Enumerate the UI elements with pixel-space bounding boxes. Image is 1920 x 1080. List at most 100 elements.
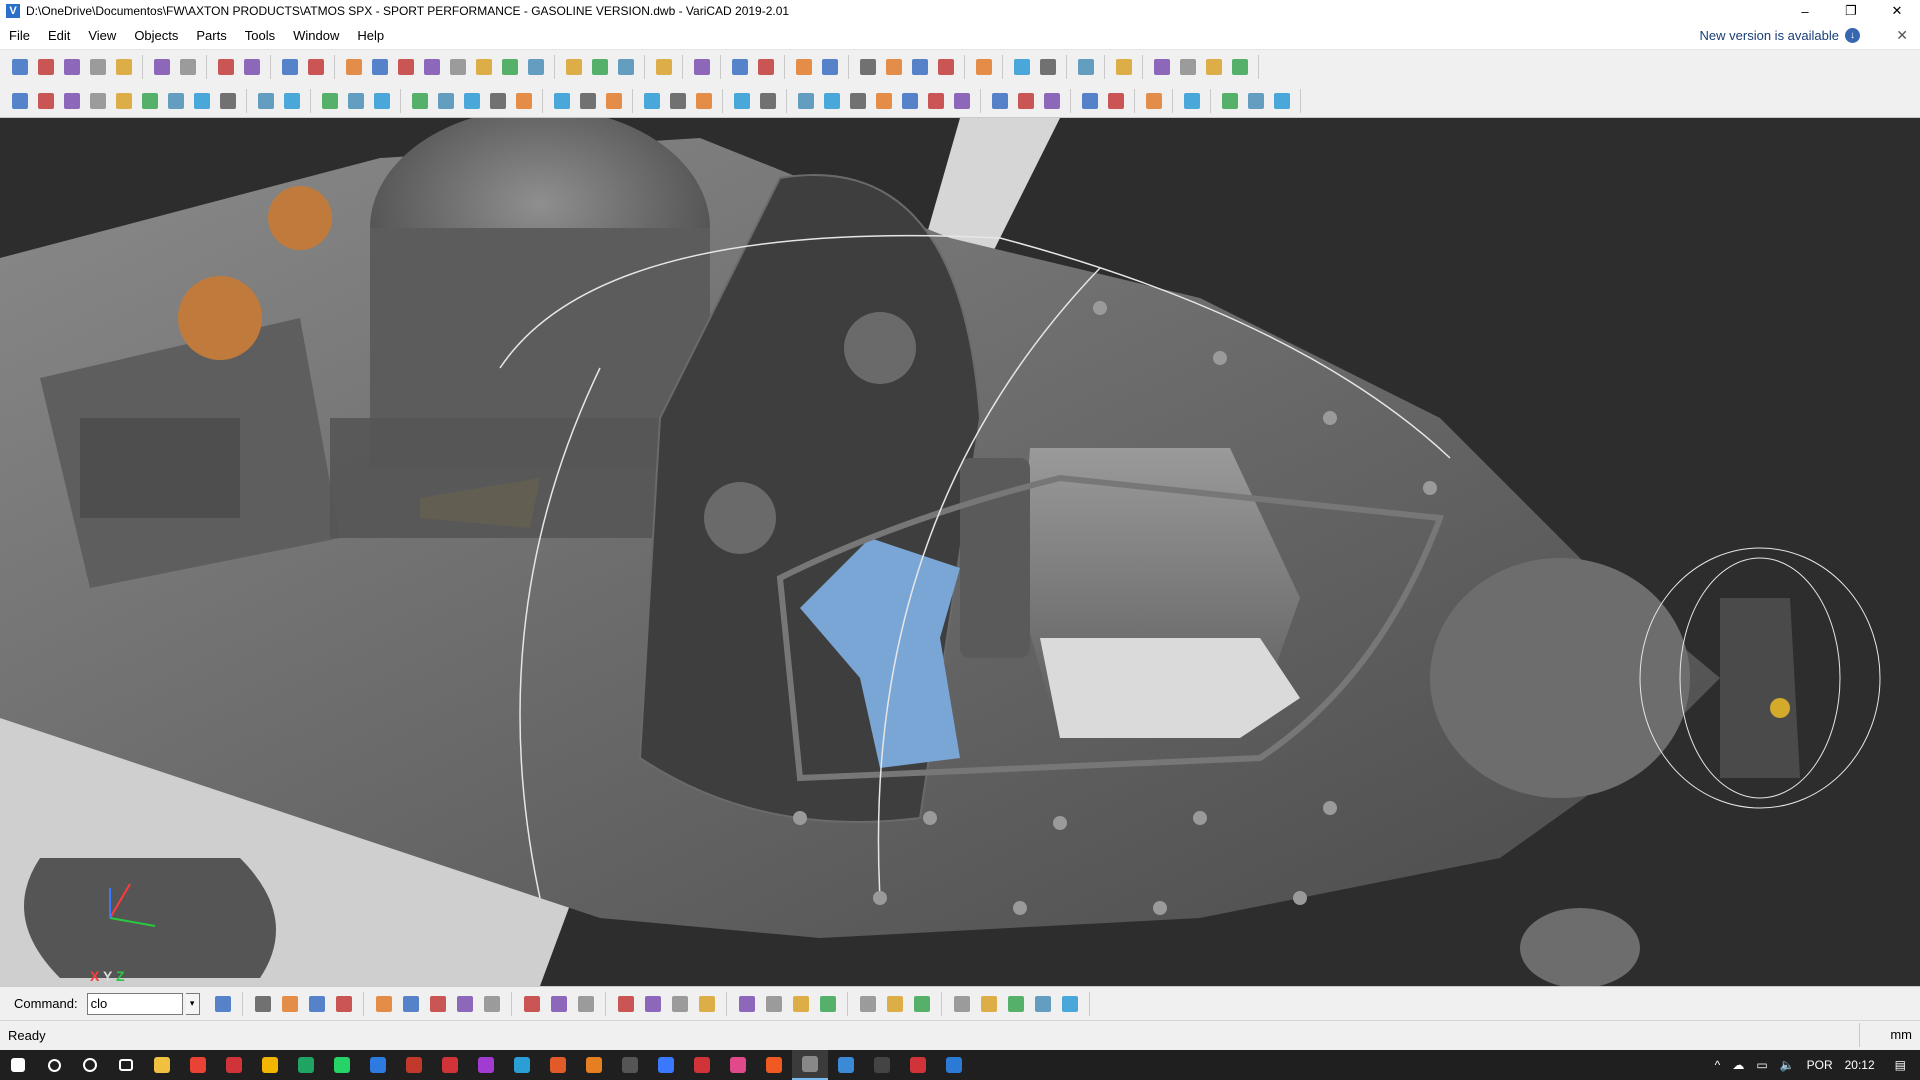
main-tool-button-12[interactable]	[342, 55, 366, 79]
close-notice-button[interactable]: ✕	[1896, 27, 1908, 44]
secondary-tool-button-12[interactable]	[318, 89, 342, 113]
taskbar-app-5[interactable]	[288, 1050, 324, 1080]
command-tool-button-25[interactable]	[950, 992, 974, 1016]
menu-help[interactable]: Help	[348, 28, 393, 43]
secondary-tool-button-37[interactable]	[1040, 89, 1064, 113]
secondary-tool-button-7[interactable]	[164, 89, 188, 113]
minimize-button[interactable]: –	[1782, 0, 1828, 22]
command-tool-button-27[interactable]	[1004, 992, 1028, 1016]
command-tool-button-28[interactable]	[1031, 992, 1055, 1016]
taskbar-app-7[interactable]	[360, 1050, 396, 1080]
secondary-tool-button-43[interactable]	[1244, 89, 1268, 113]
main-tool-button-40[interactable]	[1202, 55, 1226, 79]
tray-chevron-icon[interactable]: ^	[1709, 1058, 1727, 1072]
main-tool-button-37[interactable]	[1112, 55, 1136, 79]
menu-tools[interactable]: Tools	[236, 28, 284, 43]
taskbar-app-10[interactable]	[468, 1050, 504, 1080]
menu-objects[interactable]: Objects	[125, 28, 187, 43]
main-tool-button-1[interactable]	[8, 55, 32, 79]
command-history-dropdown[interactable]: ▾	[185, 992, 200, 1015]
command-tool-button-29[interactable]	[1058, 992, 1082, 1016]
secondary-tool-button-38[interactable]	[1078, 89, 1102, 113]
taskbar-app-8[interactable]	[396, 1050, 432, 1080]
main-tool-button-26[interactable]	[754, 55, 778, 79]
secondary-tool-button-36[interactable]	[1014, 89, 1038, 113]
main-tool-button-27[interactable]	[792, 55, 816, 79]
command-tool-button-22[interactable]	[856, 992, 880, 1016]
command-tool-button-9[interactable]	[453, 992, 477, 1016]
command-tool-button-19[interactable]	[762, 992, 786, 1016]
network-icon[interactable]: ▭	[1750, 1058, 1773, 1072]
main-tool-button-19[interactable]	[524, 55, 548, 79]
secondary-tool-button-34[interactable]	[950, 89, 974, 113]
secondary-tool-button-11[interactable]	[280, 89, 304, 113]
taskbar-app-4[interactable]	[252, 1050, 288, 1080]
menu-file[interactable]: File	[0, 28, 39, 43]
volume-icon[interactable]: 🔈	[1774, 1058, 1801, 1072]
secondary-tool-button-9[interactable]	[216, 89, 240, 113]
secondary-tool-button-41[interactable]	[1180, 89, 1204, 113]
secondary-tool-button-44[interactable]	[1270, 89, 1294, 113]
command-tool-button-6[interactable]	[372, 992, 396, 1016]
secondary-tool-button-42[interactable]	[1218, 89, 1242, 113]
command-tool-button-14[interactable]	[614, 992, 638, 1016]
secondary-tool-button-24[interactable]	[666, 89, 690, 113]
command-tool-button-2[interactable]	[251, 992, 275, 1016]
taskbar-app-1[interactable]	[144, 1050, 180, 1080]
secondary-tool-button-5[interactable]	[112, 89, 136, 113]
command-tool-button-4[interactable]	[305, 992, 329, 1016]
secondary-tool-button-22[interactable]	[602, 89, 626, 113]
main-tool-button-3[interactable]	[60, 55, 84, 79]
command-tool-button-20[interactable]	[789, 992, 813, 1016]
main-tool-button-18[interactable]	[498, 55, 522, 79]
secondary-tool-button-19[interactable]	[512, 89, 536, 113]
main-tool-button-20[interactable]	[562, 55, 586, 79]
secondary-tool-button-16[interactable]	[434, 89, 458, 113]
3d-viewport[interactable]: X Y Z	[0, 118, 1920, 986]
main-tool-button-9[interactable]	[240, 55, 264, 79]
main-tool-button-22[interactable]	[614, 55, 638, 79]
secondary-tool-button-18[interactable]	[486, 89, 510, 113]
taskbar-app-9[interactable]	[432, 1050, 468, 1080]
menu-parts[interactable]: Parts	[187, 28, 235, 43]
main-tool-button-35[interactable]	[1036, 55, 1060, 79]
menu-window[interactable]: Window	[284, 28, 348, 43]
main-tool-button-15[interactable]	[420, 55, 444, 79]
secondary-tool-button-3[interactable]	[60, 89, 84, 113]
taskbar-app-6[interactable]	[324, 1050, 360, 1080]
main-tool-button-8[interactable]	[214, 55, 238, 79]
main-tool-button-29[interactable]	[856, 55, 880, 79]
taskbar-app-2[interactable]	[180, 1050, 216, 1080]
taskbar-app-13[interactable]	[576, 1050, 612, 1080]
secondary-tool-button-39[interactable]	[1104, 89, 1128, 113]
main-tool-button-41[interactable]	[1228, 55, 1252, 79]
taskbar-app-16[interactable]	[684, 1050, 720, 1080]
command-tool-button-15[interactable]	[641, 992, 665, 1016]
taskbar-app-22[interactable]	[900, 1050, 936, 1080]
main-tool-button-17[interactable]	[472, 55, 496, 79]
main-tool-button-4[interactable]	[86, 55, 110, 79]
secondary-tool-button-23[interactable]	[640, 89, 664, 113]
secondary-tool-button-25[interactable]	[692, 89, 716, 113]
command-tool-button-21[interactable]	[816, 992, 840, 1016]
command-tool-button-12[interactable]	[547, 992, 571, 1016]
main-tool-button-33[interactable]	[972, 55, 996, 79]
main-tool-button-2[interactable]	[34, 55, 58, 79]
close-window-button[interactable]: ✕	[1874, 0, 1920, 22]
taskbar-app-15[interactable]	[648, 1050, 684, 1080]
secondary-tool-button-1[interactable]	[8, 89, 32, 113]
secondary-tool-button-10[interactable]	[254, 89, 278, 113]
main-tool-button-36[interactable]	[1074, 55, 1098, 79]
search-button[interactable]	[36, 1050, 72, 1080]
secondary-tool-button-4[interactable]	[86, 89, 110, 113]
command-tool-button-3[interactable]	[278, 992, 302, 1016]
command-tool-button-8[interactable]	[426, 992, 450, 1016]
secondary-tool-button-6[interactable]	[138, 89, 162, 113]
command-tool-button-23[interactable]	[883, 992, 907, 1016]
secondary-tool-button-29[interactable]	[820, 89, 844, 113]
secondary-tool-button-8[interactable]	[190, 89, 214, 113]
main-tool-button-24[interactable]	[690, 55, 714, 79]
secondary-tool-button-2[interactable]	[34, 89, 58, 113]
task-view-button[interactable]	[108, 1050, 144, 1080]
command-tool-button-24[interactable]	[910, 992, 934, 1016]
